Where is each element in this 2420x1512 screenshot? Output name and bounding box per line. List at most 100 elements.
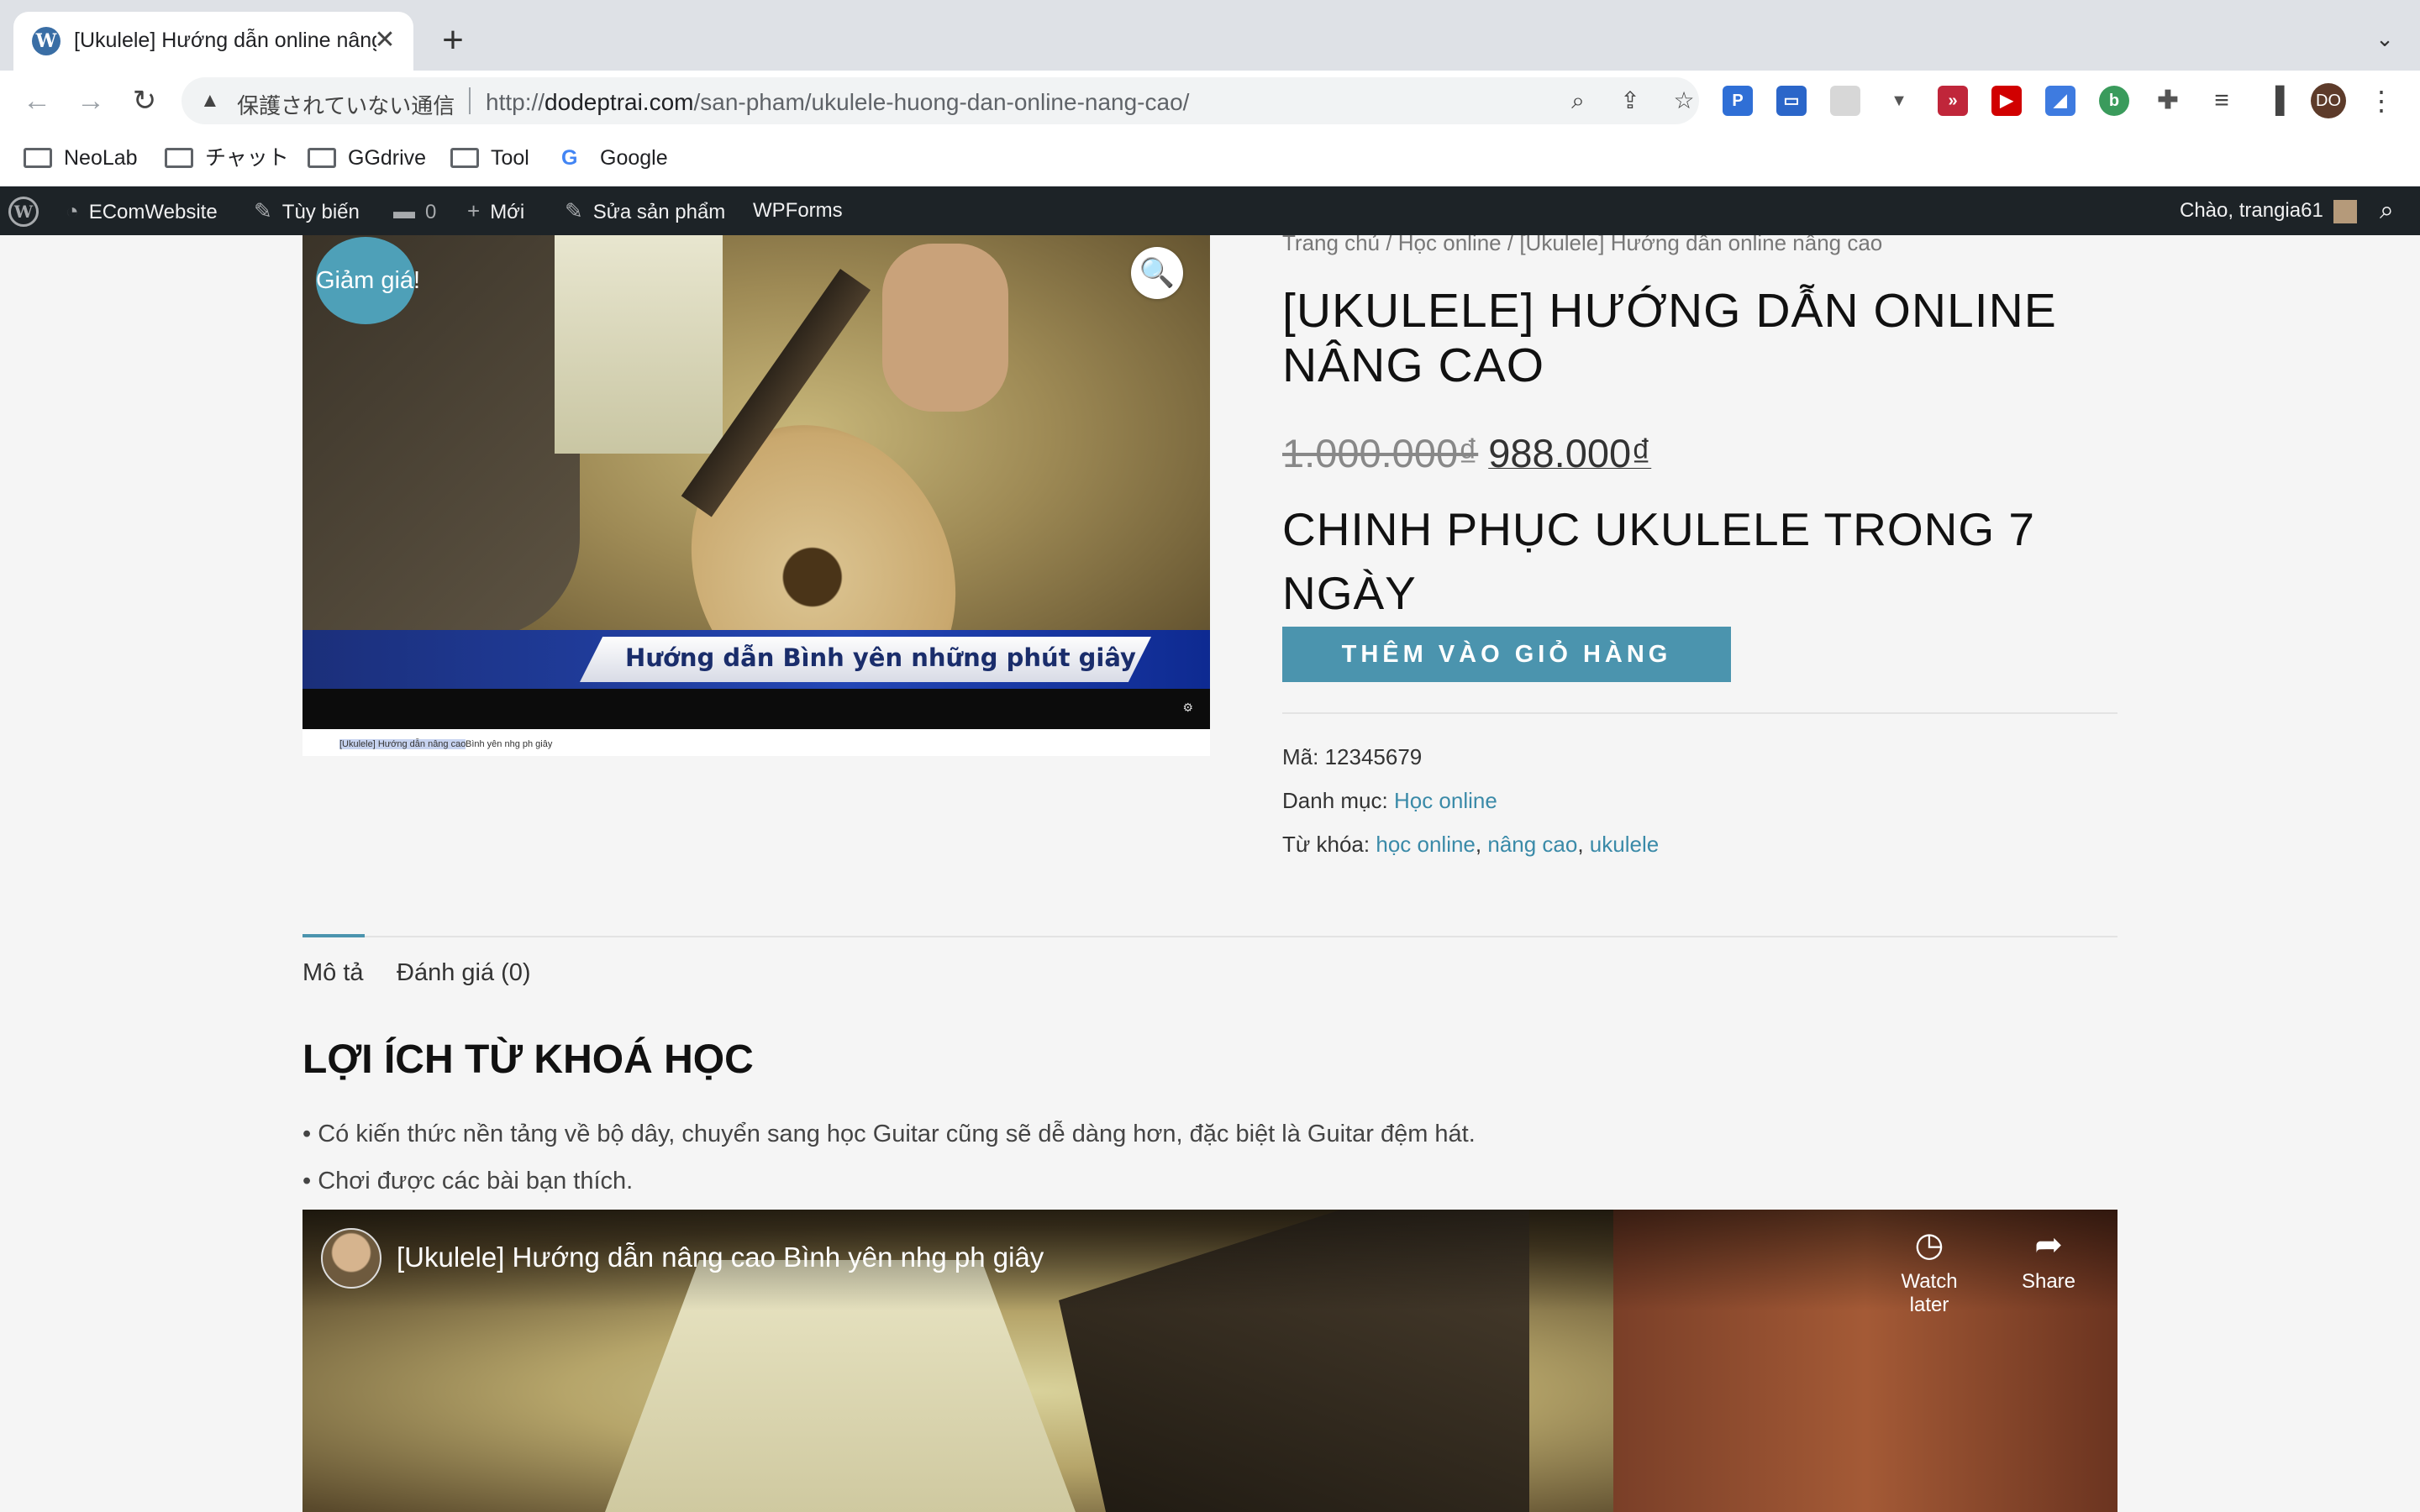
- back-arrow-icon[interactable]: ←: [18, 82, 55, 119]
- description-heading: LỢI ÍCH TỪ KHOÁ HỌC: [302, 1037, 754, 1082]
- share-button[interactable]: ➦ Share: [1998, 1225, 2099, 1294]
- folder-icon: [165, 148, 193, 168]
- bookmarks-bar: NeoLab チャット GGdrive Tool G Google: [0, 131, 2420, 186]
- bookmark-chat[interactable]: チャット: [165, 143, 289, 173]
- url-host: dodeptrai.com: [544, 89, 694, 115]
- new-tab-button[interactable]: +: [432, 20, 474, 62]
- extension-screen-icon[interactable]: ▭: [1776, 86, 1807, 116]
- bookmark-label: チャット: [205, 146, 289, 170]
- brush-icon: ✎: [254, 198, 272, 223]
- url-text[interactable]: http://dodeptrai.com/san-pham/ukulele-hu…: [486, 89, 1189, 116]
- sku-value: 12345679: [1324, 744, 1423, 769]
- extensions-icon[interactable]: ✚: [2153, 86, 2183, 116]
- product-tags: Từ khóa: học online, nâng cao, ukulele: [1282, 832, 1659, 858]
- clock-icon: ◷: [1914, 1226, 1944, 1263]
- sku-label: Mã:: [1282, 744, 1319, 769]
- product-gallery-image[interactable]: Hướng dẫn Bình yên những phút giây ⚙ [Uk…: [302, 235, 1210, 756]
- search-icon[interactable]: ⌕: [2380, 186, 2394, 235]
- product-photo: Hướng dẫn Bình yên những phút giây ⚙: [302, 235, 1210, 756]
- new-label: Mới: [490, 201, 525, 223]
- side-panel-icon[interactable]: ▐: [2260, 86, 2291, 116]
- regular-price: 1.000.000₫: [1282, 431, 1479, 475]
- url-scheme: http://: [486, 89, 545, 115]
- wordpress-logo-icon: W: [8, 196, 39, 227]
- share-label: Share: [2021, 1270, 2076, 1293]
- tag-link[interactable]: ukulele: [1590, 832, 1659, 857]
- benefit-item: • Có kiến thức nền tảng về bộ dây, chuyể…: [302, 1121, 1476, 1147]
- warning-icon[interactable]: ▲: [200, 88, 225, 113]
- url-path: /san-pham/ukulele-huong-dan-online-nang-…: [693, 89, 1190, 115]
- google-icon: G: [561, 146, 578, 170]
- extension-pinned-icon[interactable]: P: [1723, 86, 1753, 116]
- browser-tab[interactable]: W [Ukulele] Hướng dẫn online nâng cao ✕: [13, 12, 413, 71]
- zoom-icon[interactable]: ⌕: [1563, 86, 1593, 116]
- customize-label: Tùy biến: [281, 201, 360, 223]
- security-status[interactable]: 保護されていない通信: [237, 89, 455, 120]
- thumb-caption-selected: [Ukulele] Hướng dẫn nâng cao: [339, 739, 466, 749]
- profile-avatar[interactable]: DO: [2311, 83, 2346, 118]
- extension-forward-icon[interactable]: »: [1938, 86, 1968, 116]
- dashboard-icon: ◔: [66, 198, 79, 223]
- extension-grid-icon[interactable]: [1830, 86, 1860, 116]
- breadcrumb-category[interactable]: Học online: [1398, 235, 1502, 255]
- sale-badge: Giảm giá!: [316, 237, 420, 324]
- channel-avatar[interactable]: [321, 1228, 381, 1289]
- more-vert-icon[interactable]: ⋮: [2368, 83, 2395, 118]
- admin-account[interactable]: Chào, trangia61: [2180, 186, 2357, 235]
- admin-site-name[interactable]: ◔ EComWebsite: [66, 186, 218, 235]
- thumb-caption: Bình yên nhg ph giây: [466, 739, 553, 749]
- bookmark-tool[interactable]: Tool: [450, 143, 529, 173]
- tab-description[interactable]: Mô tả: [302, 959, 364, 987]
- reading-list-icon[interactable]: ≡: [2207, 86, 2237, 116]
- pencil-icon: ✎: [565, 198, 583, 223]
- extension-capture-icon[interactable]: ◢: [2045, 86, 2075, 116]
- extension-vue-icon[interactable]: ▼: [1884, 86, 1914, 116]
- tag-link[interactable]: nâng cao: [1487, 832, 1577, 857]
- embedded-video[interactable]: [Ukulele] Hướng dẫn nâng cao Bình yên nh…: [302, 1210, 2118, 1512]
- reload-icon[interactable]: ↻: [126, 82, 163, 119]
- site-name-label: EComWebsite: [88, 201, 218, 223]
- bookmark-ggdrive[interactable]: GGdrive: [308, 143, 426, 173]
- admin-new[interactable]: + Mới: [467, 186, 524, 235]
- share-icon[interactable]: ⇪: [1615, 86, 1645, 116]
- tag-link[interactable]: học online: [1376, 832, 1476, 857]
- admin-customize[interactable]: ✎ Tùy biến: [254, 186, 360, 235]
- wp-logo-menu[interactable]: W: [8, 186, 42, 235]
- tabs-divider: [302, 936, 2118, 937]
- forward-arrow-icon[interactable]: →: [72, 82, 109, 119]
- photo-caption-text: Hướng dẫn Bình yên những phút giây: [625, 643, 1136, 672]
- category-label: Danh mục:: [1282, 788, 1388, 813]
- admin-wpforms[interactable]: WPForms: [753, 186, 843, 235]
- video-title[interactable]: [Ukulele] Hướng dẫn nâng cao Bình yên nh…: [397, 1242, 1044, 1273]
- avatar: [2333, 199, 2357, 223]
- product-title: [UKULELE] HƯỚNG DẪN ONLINE NÂNG CAO: [1282, 284, 2057, 392]
- breadcrumb-home[interactable]: Trang chủ: [1282, 235, 1380, 255]
- bookmark-neolab[interactable]: NeoLab: [24, 143, 138, 173]
- watch-later-button[interactable]: ◷ Watch later: [1879, 1225, 1980, 1317]
- add-to-cart-button[interactable]: THÊM VÀO GIỎ HÀNG: [1282, 627, 1731, 682]
- extension-green-icon[interactable]: b: [2099, 86, 2129, 116]
- tab-reviews[interactable]: Đánh giá (0): [397, 959, 531, 987]
- product-page: Hướng dẫn Bình yên những phút giây ⚙ [Uk…: [0, 235, 2420, 1512]
- close-tab-icon[interactable]: ✕: [370, 25, 400, 55]
- breadcrumb: Trang chủ / Học online / [Ukulele] Hướng…: [1282, 235, 1882, 257]
- address-bar[interactable]: ▲ 保護されていない通信 http://dodeptrai.com/san-ph…: [182, 77, 1699, 124]
- zoom-magnifier-icon[interactable]: 🔍: [1131, 247, 1183, 299]
- category-link[interactable]: Học online: [1394, 788, 1497, 813]
- admin-edit-product[interactable]: ✎ Sửa sản phẩm: [565, 186, 725, 235]
- bookmark-label: Tool: [491, 146, 529, 170]
- extension-youtube-icon[interactable]: ▶: [1991, 86, 2022, 116]
- divider: [1282, 712, 2118, 714]
- wordpress-favicon-icon: W: [32, 27, 60, 55]
- star-icon[interactable]: ☆: [1669, 86, 1699, 116]
- tab-search-chevron-icon[interactable]: ⌄: [2368, 22, 2402, 55]
- folder-icon: [308, 148, 336, 168]
- video-settings-icon: ⚙: [1182, 701, 1193, 714]
- bookmark-google[interactable]: G Google: [561, 143, 668, 173]
- folder-icon: [24, 148, 52, 168]
- folder-icon: [450, 148, 479, 168]
- admin-comments[interactable]: ▬ 0: [393, 186, 436, 235]
- product-short-description: CHINH PHỤC UKULELE TRONG 7 NGÀY: [1282, 503, 2035, 619]
- edit-product-label: Sửa sản phẩm: [592, 201, 726, 223]
- tab-title: [Ukulele] Hướng dẫn online nâng cao: [74, 29, 376, 52]
